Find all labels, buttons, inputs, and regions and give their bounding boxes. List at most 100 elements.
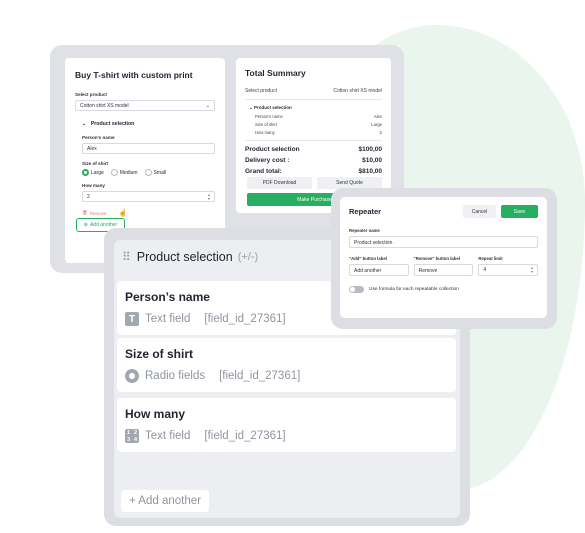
size-option-label: Small (153, 169, 167, 176)
repeater-subtitle: (+/-) (237, 251, 259, 263)
number-field-icon: 1234 (125, 429, 139, 443)
total-value: $810,00 (358, 168, 383, 175)
field-id: [field_id_27361] (204, 430, 286, 442)
trash-icon: 🗑 (82, 210, 88, 215)
remove-button[interactable]: 🗑 Remove ☝ (82, 209, 215, 217)
number-icon-digit: 3 (126, 436, 131, 443)
add-label-column: "Add" button label Add another (349, 256, 409, 276)
drag-handle-icon[interactable]: ⠿ (122, 250, 131, 264)
chevron-down-icon: ⌄ (82, 121, 87, 127)
remove-label-column: "Remove" button label Remove (413, 256, 474, 276)
repeater-title: Product selection (136, 250, 233, 264)
summary-product-label: Select product (245, 88, 277, 94)
field-type: Radio fields (145, 370, 206, 382)
cursor-icon: ☝ (118, 210, 128, 217)
add-another-main-button[interactable]: + Add another (121, 490, 209, 512)
stepper-arrows-icon: ▴ ▾ (207, 191, 210, 201)
summary-group-title: ⌄ Product selection (249, 105, 292, 110)
number-icon-digit: 1 (126, 429, 131, 436)
person-name-label: Person's name (82, 135, 115, 140)
summary-item-key: How many (255, 130, 275, 135)
repeat-limit-value: 4 (483, 267, 487, 273)
total-value: $10,00 (362, 157, 382, 164)
radio-field-icon (125, 369, 139, 383)
field-type: Text field (145, 430, 191, 442)
text-field-icon: T (125, 312, 139, 326)
summary-item-key: Person's name (255, 114, 283, 119)
summary-product-row: Select product Cotton shirt XS model (245, 88, 382, 94)
total-key: Delivery cost : (245, 157, 290, 164)
field-type: Text field (145, 313, 191, 325)
repeater-settings-title: Repeater (349, 207, 382, 216)
size-option-label: Medium (119, 169, 138, 176)
summary-item-value: Large (371, 122, 382, 127)
add-another-label: Add another (89, 222, 118, 228)
select-product-label: Select product (75, 92, 107, 97)
quantity-label: How many (82, 183, 105, 188)
repeater-settings-card: Repeater Cancel Save Repeater name Produ… (340, 197, 547, 318)
number-icon-digit: 4 (133, 436, 138, 443)
field-name: How many (125, 407, 186, 421)
repeat-limit-stepper[interactable]: 4 ▴ ▾ (478, 264, 539, 276)
summary-item-row: Person's name Alex (255, 114, 382, 119)
group-title: Product selection (90, 121, 135, 127)
total-value: $100,00 (358, 146, 383, 153)
person-name-value: Alex (87, 145, 97, 152)
repeat-limit-column: Repeat limit 4 ▴ ▾ (478, 256, 539, 276)
formula-toggle[interactable] (349, 286, 364, 293)
chevron-down-icon: ⌄ (205, 102, 210, 109)
select-product-dropdown[interactable]: Cotton shirt XS model ⌄ (75, 100, 215, 111)
field-card-size[interactable]: Size of shirt Radio fields [field_id_273… (117, 338, 456, 392)
summary-item-row: Size of shirt Large (255, 122, 382, 127)
field-card-how-many[interactable]: How many 1234 Text field [field_id_27361… (117, 398, 456, 452)
save-button[interactable]: Save (501, 205, 538, 218)
field-id: [field_id_27361] (204, 313, 286, 325)
pdf-download-button[interactable]: PDF Download (247, 177, 312, 189)
formula-toggle-label: Use formula for each repeatable collecti… (369, 287, 459, 292)
divider (245, 99, 382, 100)
repeater-name-input[interactable]: Product selection (349, 236, 538, 248)
plus-circle-icon: ⊕ (83, 222, 88, 228)
select-product-value: Cotton shirt XS model (80, 102, 129, 109)
cancel-button[interactable]: Cancel (463, 205, 496, 218)
summary-item-value: 2 (379, 130, 382, 135)
field-id: [field_id_27361] (219, 370, 301, 382)
size-radio-group: Large Medium Small (82, 169, 215, 176)
divider (245, 140, 382, 141)
radio-off-icon (110, 169, 118, 176)
total-row: Delivery cost : $10,00 (245, 157, 382, 164)
summary-item-row: How many 2 (255, 130, 382, 135)
field-type-row: Radio fields [field_id_27361] (125, 369, 448, 383)
remove-label: Remove (89, 210, 107, 216)
repeat-limit-label: Repeat limit (478, 256, 503, 261)
size-radio-medium[interactable]: Medium (110, 169, 138, 176)
total-key: Product selection (245, 146, 300, 153)
repeater-settings-actions: Cancel Save (463, 205, 538, 218)
field-name: Size of shirt (125, 347, 194, 361)
repeater-settings-header: Repeater Cancel Save (349, 205, 538, 218)
remove-label-input[interactable]: Remove (413, 264, 474, 276)
stepper-arrows-icon: ▴ ▾ (531, 265, 534, 274)
field-type-row: 1234 Text field [field_id_27361] (125, 429, 448, 443)
size-option-label: Large (91, 169, 104, 176)
size-label: Size of shirt (82, 161, 109, 166)
add-label-label: "Add" button label (349, 256, 387, 261)
total-key: Grand total: (245, 168, 282, 175)
person-name-input[interactable]: Alex (82, 143, 215, 154)
total-row: Product selection $100,00 (245, 146, 382, 153)
formula-toggle-row: Use formula for each repeatable collecti… (349, 286, 538, 293)
summary-group-title-text: Product selection (254, 105, 292, 110)
quantity-value: 2 (87, 193, 90, 200)
summary-item-key: Size of shirt (255, 122, 277, 127)
add-label-input[interactable]: Add another (349, 264, 409, 276)
size-radio-large[interactable]: Large (82, 169, 104, 176)
total-row: Grand total: $810,00 (245, 168, 382, 175)
quantity-stepper[interactable]: 2 ▴ ▾ (82, 191, 215, 202)
repeater-name-label: Repeater name (349, 228, 380, 233)
summary-group: ⌄ Product selection Person's name Alex Si… (249, 105, 382, 135)
product-selection-group: ⌄ Product selection Person's name Alex S… (75, 121, 215, 217)
size-radio-small[interactable]: Small (144, 169, 167, 176)
group-header[interactable]: ⌄ Product selection (82, 121, 215, 127)
summary-item-value: Alex (373, 114, 382, 119)
number-icon-digit: 2 (133, 429, 138, 436)
